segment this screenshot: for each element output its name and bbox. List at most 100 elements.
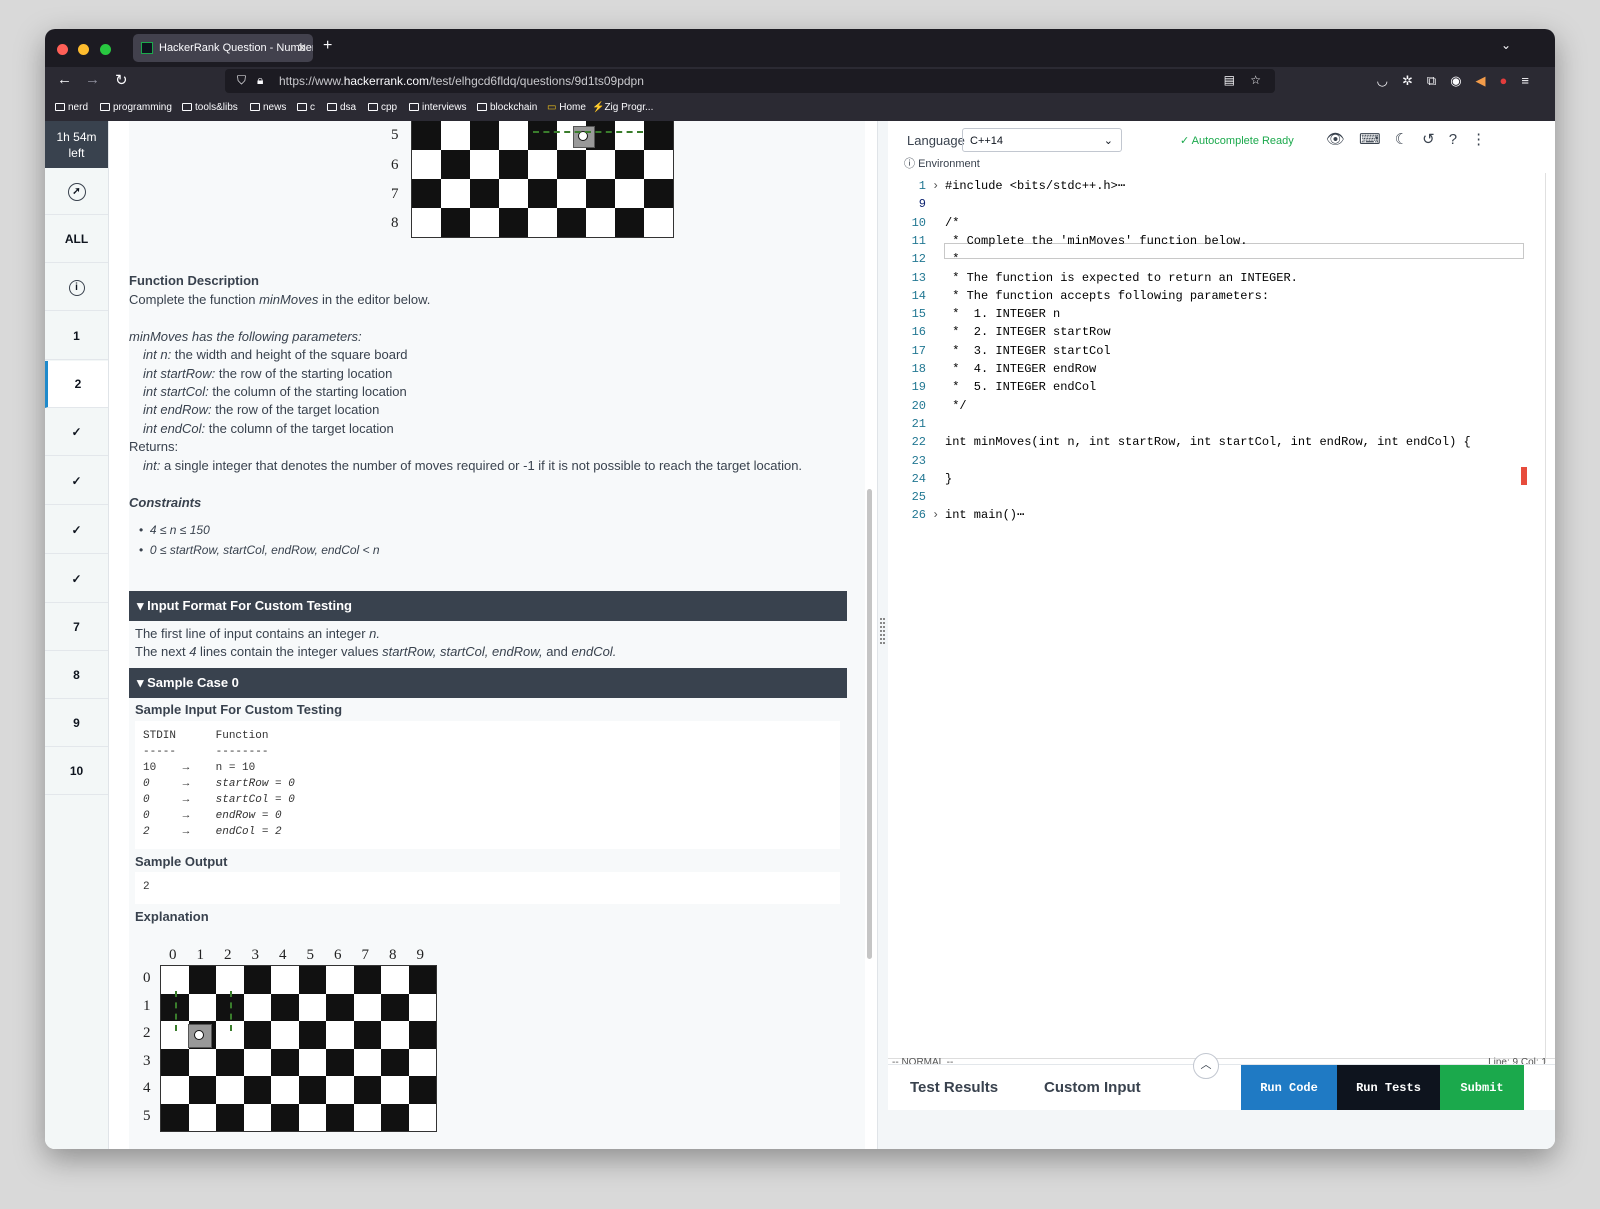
- fold-chevron-icon[interactable]: ›: [932, 506, 939, 524]
- code-line[interactable]: 21: [888, 415, 1528, 433]
- extension-play-icon[interactable]: ●: [1500, 73, 1522, 88]
- bookmark-folder[interactable]: nerd: [55, 102, 88, 113]
- eye-icon[interactable]: 👁︎: [1326, 131, 1359, 148]
- code-area[interactable]: 1 › #include <bits/stdc++.h>⋯ 9 10 /* 11 * Com…: [888, 173, 1555, 1053]
- extension-arrow-icon[interactable]: ◀: [1476, 73, 1500, 88]
- new-tab-icon[interactable]: +: [323, 37, 332, 55]
- code-line[interactable]: 25: [888, 488, 1528, 506]
- nav-item-question-6-check[interactable]: ✓: [45, 556, 108, 603]
- submit-button[interactable]: Submit: [1440, 1065, 1524, 1111]
- code-line[interactable]: 17 * 3. INTEGER startCol: [888, 342, 1528, 360]
- code-line[interactable]: 16 * 2. INTEGER startRow: [888, 323, 1528, 341]
- code-line[interactable]: 18 * 4. INTEGER endRow: [888, 360, 1528, 378]
- environment-link[interactable]: ⓘ Environment: [904, 155, 980, 171]
- url-bar[interactable]: ⛉ 🔒︎ https://www.hackerrank.com/test/elh…: [225, 69, 1275, 93]
- nav-item-question-1[interactable]: 1: [45, 313, 108, 360]
- code-line[interactable]: 26 › int main()⋯: [888, 506, 1528, 524]
- bookmark-star-icon[interactable]: ☆: [1250, 73, 1261, 87]
- hamburger-menu-icon[interactable]: ≡: [1521, 73, 1543, 88]
- close-window-button[interactable]: [57, 44, 68, 55]
- bookmark-folder[interactable]: cpp: [368, 102, 397, 113]
- nav-item-question-9[interactable]: 9: [45, 700, 108, 747]
- help-icon[interactable]: ?: [1449, 131, 1471, 148]
- dark-mode-moon-icon[interactable]: ☾: [1395, 131, 1422, 148]
- pocket-icon[interactable]: ◡: [1377, 73, 1402, 88]
- history-icon[interactable]: ↺: [1422, 131, 1449, 148]
- code-text: * 5. INTEGER endCol: [945, 380, 1097, 395]
- nav-item-question-8[interactable]: 8: [45, 652, 108, 699]
- forward-arrow-icon[interactable]: →: [85, 71, 100, 88]
- info-nav-item[interactable]: i: [45, 264, 108, 311]
- lock-icon[interactable]: 🔒︎: [257, 73, 263, 88]
- problem-scrollbar[interactable]: [867, 489, 872, 959]
- code-line[interactable]: 10 /*: [888, 214, 1528, 232]
- tab-test-results[interactable]: Test Results: [910, 1079, 998, 1096]
- code-line[interactable]: 1 › #include <bits/stdc++.h>⋯: [888, 177, 1528, 195]
- nav-item-question-4-check[interactable]: ✓: [45, 458, 108, 505]
- board-square: [557, 179, 586, 208]
- code-line[interactable]: 13 * The function is expected to return …: [888, 269, 1528, 287]
- nav-item-question-2[interactable]: 2: [45, 361, 108, 408]
- nav-item-question-5-check[interactable]: ✓: [45, 507, 108, 554]
- knight-end-icon: ♞: [223, 969, 240, 989]
- input-format-toggle[interactable]: ▾ Input Format For Custom Testing: [129, 591, 847, 621]
- tab-custom-input[interactable]: Custom Input: [1044, 1079, 1141, 1096]
- code-line[interactable]: 19 * 5. INTEGER endCol: [888, 378, 1528, 396]
- splitter-grip-icon[interactable]: [880, 618, 885, 644]
- bookmark-link[interactable]: ⚡Zig Progr...: [592, 102, 653, 113]
- board-square: [528, 208, 557, 237]
- sample-case-toggle[interactable]: ▾ Sample Case 0: [129, 668, 847, 698]
- code-line[interactable]: 12 *: [888, 250, 1528, 268]
- code-line[interactable]: 23: [888, 452, 1528, 470]
- reader-view-icon[interactable]: ▤: [1224, 73, 1235, 87]
- reload-icon[interactable]: ↻: [115, 71, 128, 89]
- run-code-button[interactable]: Run Code: [1241, 1065, 1337, 1111]
- editor-scrollbar[interactable]: [1545, 173, 1546, 1063]
- keyboard-icon[interactable]: ⌨: [1359, 131, 1395, 148]
- code-line[interactable]: 9: [888, 195, 1528, 213]
- shield-icon[interactable]: ⛉: [237, 73, 246, 88]
- minimize-window-button[interactable]: [78, 44, 90, 55]
- nav-item-question-3-check[interactable]: ✓: [45, 409, 108, 456]
- bookmark-folder[interactable]: news: [250, 102, 286, 113]
- code-line[interactable]: 15 * 1. INTEGER n: [888, 305, 1528, 323]
- code-text: /*: [945, 215, 960, 230]
- back-arrow-icon[interactable]: ←: [57, 71, 72, 88]
- bookmark-folder[interactable]: dsa: [327, 102, 356, 113]
- code-line[interactable]: 11 * Complete the 'minMoves' function be…: [888, 232, 1528, 250]
- language-select[interactable]: C++14 ⌄: [962, 128, 1122, 152]
- browser-tab[interactable]: HackerRank Question - Number ✕: [133, 34, 313, 62]
- bookmark-folder[interactable]: interviews: [409, 102, 466, 113]
- fold-chevron-icon[interactable]: ›: [932, 177, 939, 195]
- bookmark-folder[interactable]: tools&libs: [182, 102, 238, 113]
- sample-output-box: 2: [135, 872, 840, 904]
- autocomplete-status[interactable]: ✓ Autocomplete Ready: [1180, 134, 1294, 147]
- tab-list-chevron-icon[interactable]: ⌄: [1501, 38, 1511, 52]
- code-line[interactable]: 24}: [888, 470, 1528, 488]
- code-line[interactable]: 22 int minMoves(int n, int startRow, int …: [888, 433, 1528, 451]
- nav-item-question-7[interactable]: 7: [45, 604, 108, 651]
- chevron-up-icon[interactable]: ︿: [1193, 1053, 1219, 1079]
- sample-output-heading: Sample Output: [135, 854, 228, 869]
- nav-item-question-10[interactable]: 10: [45, 748, 108, 795]
- line-number: 14: [911, 288, 926, 303]
- board-square: [188, 1076, 216, 1104]
- line-number: 22: [911, 435, 926, 450]
- extension-compass-icon[interactable]: ◉: [1450, 73, 1475, 88]
- bookmark-folder[interactable]: blockchain: [477, 102, 537, 113]
- extension-icon[interactable]: ✲: [1402, 73, 1427, 88]
- code-line[interactable]: 20 */: [888, 397, 1528, 415]
- code-line[interactable]: 14 * The function accepts following para…: [888, 287, 1528, 305]
- compass-nav-item[interactable]: ➚: [45, 168, 108, 215]
- param-line: int endRow: the row of the target locati…: [143, 402, 380, 417]
- more-options-icon[interactable]: ⋮: [1471, 131, 1500, 148]
- bookmark-link[interactable]: ▭ Home: [547, 102, 586, 113]
- extensions-puzzle-icon[interactable]: ⧉: [1427, 73, 1450, 88]
- run-tests-button[interactable]: Run Tests: [1337, 1065, 1440, 1111]
- url-text[interactable]: https://www.hackerrank.com/test/elhgcd6f…: [279, 74, 644, 88]
- bookmark-folder[interactable]: programming: [100, 102, 172, 113]
- bookmark-folder[interactable]: c: [297, 102, 315, 113]
- zoom-window-button[interactable]: [99, 44, 111, 55]
- nav-item-all[interactable]: ALL: [45, 216, 108, 263]
- close-tab-icon[interactable]: ✕: [297, 34, 307, 62]
